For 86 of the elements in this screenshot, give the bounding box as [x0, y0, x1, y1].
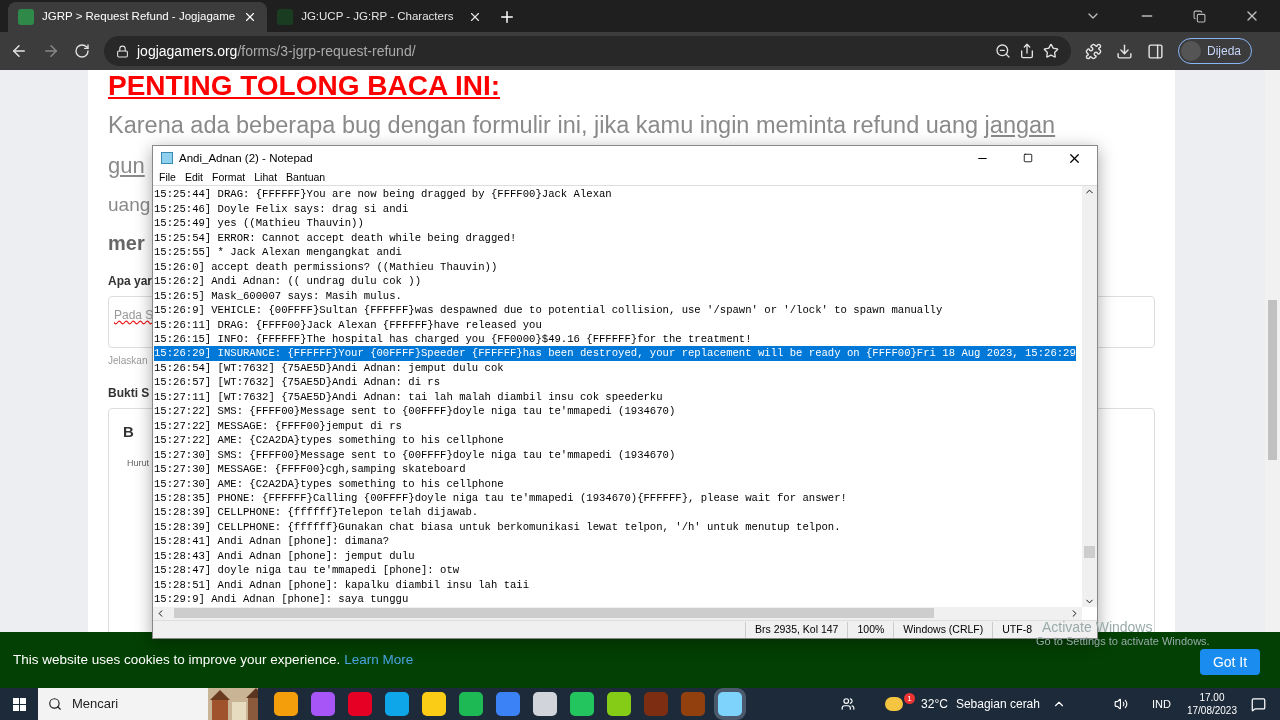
log-line: 15:26:54] [WT:7632] {75AE5D}Andi Adnan: jemput dulu cok — [154, 360, 504, 376]
notice-paragraph-line: mer — [108, 230, 145, 256]
back-icon[interactable] — [10, 42, 28, 60]
menu-item[interactable]: Bantuan — [286, 170, 326, 186]
field-hint: Jelaskan — [108, 353, 148, 368]
log-line: 15:27:30] AME: {C2A2DA}types something to his cellphone — [154, 476, 504, 491]
site-icon — [18, 9, 34, 25]
weather-badge: 1 — [904, 692, 916, 704]
browser-tab[interactable]: JGRP > Request Refund - Jogjagame — [8, 2, 268, 32]
field-label: Apa yar — [108, 272, 153, 290]
search-icon — [48, 697, 62, 711]
side-panel-icon[interactable] — [1146, 42, 1164, 60]
language-indicator[interactable]: IND — [1152, 695, 1171, 713]
log-line: 15:25:46] Doyle Felix says: drag si andi — [154, 201, 409, 217]
scrollbar-thumb[interactable] — [1084, 545, 1095, 558]
menu-item[interactable]: Edit — [184, 170, 203, 186]
status-item: 100% — [847, 621, 894, 638]
notice-paragraph: Karena ada beberapa bug dengan formulir ini, jika kamu ingin meminta refund uang jangan — [108, 111, 1056, 140]
log-line: 15:28:51] Andi Adnan [phone]: kapalku diambil insu lah taii — [154, 577, 530, 593]
log-line: 15:26:11] DRAG: {FFFF00}Jack Alexan {FFFFFF}have released you — [154, 317, 542, 332]
log-line: 15:28:43] Andi Adnan [phone]: jemput dulu — [154, 548, 415, 564]
share-icon[interactable] — [1018, 43, 1035, 59]
log-line: 15:26:15] INFO: {FFFFFF}The hospital has charged you {FF0000}$49.16 {FFFFFF}for the treatment! — [154, 332, 752, 347]
weather-icon[interactable] — [885, 697, 904, 711]
log-line: 15:29:9] Andi Adnan [phone]: saya tunggu — [154, 592, 409, 607]
clock-date: 17/08/2023 — [1186, 704, 1237, 717]
tab-title: JG:UCP - JG:RP - Characters — [301, 9, 455, 25]
download-icon[interactable] — [1115, 42, 1133, 60]
restore-icon[interactable] — [1193, 9, 1206, 23]
lock-icon — [116, 44, 129, 58]
field-label: Bukti S — [108, 384, 150, 402]
log-line: 15:25:55] * Jack Alexan mengangkat andi — [154, 245, 402, 260]
scrollbar-thumb[interactable] — [174, 608, 934, 619]
notice-paragraph-line: uang — [108, 193, 151, 218]
weather-description: Sebagian cerah — [955, 696, 1040, 713]
url-text: jogjagamers.org/forms/3-jgrp-request-refund/ — [137, 41, 416, 61]
forward-icon[interactable] — [42, 42, 60, 60]
browser-tab[interactable]: JG:UCP - JG:RP - Characters — [267, 2, 493, 32]
clock-time: 17.00 — [1199, 691, 1225, 704]
log-line: 15:27:30] SMS: {FFFF00}Message sent to {00FFFF}doyle niga tau te'mmapedi (1934670) — [154, 447, 676, 463]
cookie-message: This website uses cookies to improve your experience. — [13, 650, 341, 669]
tab-title: JGRP > Request Refund - Jogjagame — [42, 9, 236, 25]
log-line: 15:27:11] [WT:7632] {75AE5D}Andi Adnan: tai lah malah diambil insu cok speederku — [154, 389, 663, 405]
address-bar[interactable]: jogjagamers.org/forms/3-jgrp-request-refund/ — [104, 36, 1071, 66]
log-line: 15:26:57] [WT:7632] {75AE5D}Andi Adnan: di rs — [154, 375, 441, 390]
log-line: 15:27:22] MESSAGE: {FFFF00}jemput di rs — [154, 418, 402, 434]
menu-item[interactable]: Format — [212, 170, 246, 186]
window-title: Andi_Adnan (2) - Notepad — [179, 150, 313, 166]
log-line: 15:28:41] Andi Adnan [phone]: dimana? — [154, 534, 390, 549]
editor-text: Hurut — [127, 457, 149, 471]
people-icon[interactable] — [841, 697, 856, 711]
learn-more-link[interactable]: Learn More — [344, 649, 414, 671]
status-item: Brs 2935, Kol 147 — [744, 621, 848, 638]
notice-paragraph-line: gun — [108, 152, 145, 181]
log-line: 15:27:30] MESSAGE: {FFFF00}cgh,samping skateboard — [154, 462, 466, 477]
status-item: UTF-8 — [992, 621, 1041, 638]
status-item: Windows (CRLF) — [893, 621, 993, 638]
zoom-out-icon[interactable] — [994, 43, 1011, 59]
log-line: 15:27:22] AME: {C2A2DA}types something to his cellphone — [154, 433, 504, 448]
log-line: 15:26:5] Mask_600007 says: Masih mulus. — [154, 288, 402, 304]
weather-temperature: 32°C — [921, 696, 948, 713]
reload-icon[interactable] — [74, 43, 90, 59]
scrollbar-thumb[interactable] — [1268, 300, 1277, 460]
log-line: 15:26:0] accept death permissions? ((Mathieu Thauvin)) — [154, 259, 498, 275]
log-line: 15:26:9] VEHICLE: {00FFFF}Sultan {FFFFFF}was despawned due to potential collision, use '/spawn' or '/lock' to spawn manually — [154, 303, 943, 318]
heading: PENTING TOLONG BACA INI: — [108, 70, 500, 102]
log-line: 15:25:54] ERROR: Cannot accept death while being dragged! — [154, 230, 517, 246]
log-line: 15:25:44] DRAG: {FFFFFF}You are now being dragged by {FFFF00}Jack Alexan — [154, 187, 612, 202]
taskbar-search[interactable]: Mencari — [38, 688, 258, 720]
log-line: 15:28:39] CELLPHONE: {ffffff}Telepon telah dijawab. — [154, 505, 479, 520]
site-icon — [277, 9, 294, 25]
link[interactable]: jangan — [984, 112, 1056, 138]
log-line: 15:26:2] Andi Adnan: (( undrag dulu cok )) — [154, 274, 421, 289]
log-line: 15:27:22] SMS: {FFFF00}Message sent to {00FFFF}doyle niga tau te'mmapedi (1934670) — [154, 404, 676, 419]
log-line: 15:28:47] doyle niga tau te'mmapedi [phone]: otw — [154, 563, 460, 578]
menu-item[interactable]: Lihat — [254, 170, 278, 186]
notifications-icon[interactable] — [1251, 696, 1266, 712]
extensions-icon[interactable] — [1084, 42, 1102, 60]
bold-button[interactable]: B — [123, 420, 139, 444]
menu-item[interactable]: File — [159, 170, 176, 186]
star-icon[interactable] — [1042, 43, 1059, 59]
log-line: 15:25:49] yes ((Mathieu Thauvin)) — [154, 216, 364, 231]
volume-icon[interactable] — [1114, 697, 1128, 711]
log-line: 15:28:35] PHONE: {FFFFFF}Calling {00FFFF}doyle niga tau te'mmapedi (1934670){FFFFFF}, please wait for answer! — [154, 491, 847, 506]
log-line: 15:28:39] CELLPHONE: {ffffff}Gunakan chat biasa untuk berkomunikasi lewat telpon, '/h' untuk menutup telpon. — [154, 519, 841, 535]
avatar-icon — [1180, 41, 1201, 61]
